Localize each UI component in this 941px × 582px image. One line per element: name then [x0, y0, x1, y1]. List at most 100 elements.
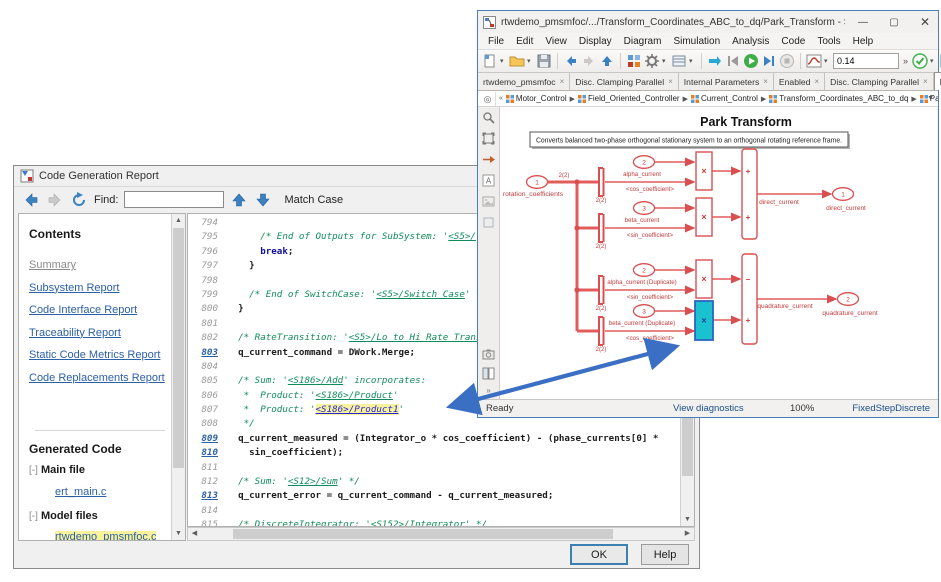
scope-dropdown-icon[interactable]: ▾: [824, 57, 831, 65]
tab-disc-clamping-parallel[interactable]: Disc. Clamping Parallel×: [570, 73, 679, 90]
breadcrumb-collapse-icon[interactable]: «: [499, 95, 503, 102]
run-icon[interactable]: [743, 53, 759, 69]
model-browser-toggle-icon[interactable]: [482, 367, 495, 380]
tab-enabled[interactable]: Enabled×: [774, 73, 825, 90]
ok-button[interactable]: OK: [570, 544, 628, 565]
find-next-icon[interactable]: [254, 191, 272, 209]
trace-link[interactable]: <S186>/Add: [288, 375, 343, 386]
palette-expand-icon[interactable]: »: [486, 386, 490, 395]
toolbar-overflow-icon[interactable]: »: [901, 56, 910, 66]
toc-link-static-code-metrics-report[interactable]: Static Code Metrics Report: [29, 349, 160, 361]
simulation-scope-icon[interactable]: [806, 53, 822, 69]
gear-dropdown-icon[interactable]: ▾: [662, 57, 669, 65]
menu-edit[interactable]: Edit: [510, 36, 539, 47]
product1-block-highlighted[interactable]: ×: [695, 301, 713, 340]
highlighted-trace-link[interactable]: <S186>/Product1: [316, 404, 399, 415]
new-model-icon[interactable]: [482, 53, 498, 69]
toc-link-subsystem-report[interactable]: Subsystem Report: [29, 282, 119, 294]
collapse-icon[interactable]: [-]: [29, 511, 38, 522]
toc-link-summary[interactable]: Summary: [29, 259, 76, 271]
breadcrumb-item-transform_coordinates_abc_to_dq[interactable]: Transform_Coordinates_ABC_to_dq: [769, 94, 908, 103]
model-configuration-gear-icon[interactable]: [644, 53, 660, 69]
menu-display[interactable]: Display: [573, 36, 618, 47]
breadcrumb-item-current_control[interactable]: Current_Control: [691, 94, 758, 103]
stop-icon[interactable]: [779, 53, 795, 69]
scroll-down-icon[interactable]: ▼: [172, 527, 185, 540]
toc-link-traceability-report[interactable]: Traceability Report: [29, 327, 121, 339]
model-canvas[interactable]: Park Transform Converts balanced two-pha…: [500, 107, 937, 399]
refresh-icon[interactable]: [70, 191, 88, 209]
tab-internal-parameters[interactable]: Internal Parameters×: [679, 73, 774, 90]
line-number-link[interactable]: 810: [188, 446, 218, 460]
match-case-label[interactable]: Match Case: [284, 194, 343, 206]
open-model-icon[interactable]: [509, 53, 525, 69]
breadcrumb-dropdown-icon[interactable]: ▼: [927, 95, 934, 102]
navigate-back-icon[interactable]: [563, 53, 579, 69]
sum-block-quadrature[interactable]: − +: [742, 254, 757, 344]
scroll-up-icon[interactable]: ▲: [172, 214, 185, 227]
collapse-icon[interactable]: [-]: [29, 465, 38, 476]
save-icon[interactable]: [536, 53, 552, 69]
trace-link[interactable]: <S5>/Switch Case: [376, 289, 465, 300]
breadcrumb-item-field_oriented_controller[interactable]: Field_Oriented_Controller: [578, 94, 680, 103]
toc-link-code-interface-report[interactable]: Code Interface Report: [29, 304, 137, 316]
annotation-box[interactable]: Converts balanced two-phase orthogonal s…: [530, 132, 850, 149]
menu-file[interactable]: File: [482, 36, 510, 47]
simulink-titlebar[interactable]: rtwdemo_pmsmfoc/.../Transform_Coordinate…: [478, 11, 938, 33]
breadcrumb-item-motor_control[interactable]: Motor_Control: [506, 94, 567, 103]
code-horizontal-scrollbar[interactable]: ◀ ▶: [187, 527, 695, 541]
model-explorer-dropdown-icon[interactable]: ▾: [689, 57, 696, 65]
menu-code[interactable]: Code: [775, 36, 811, 47]
viewmarks-camera-icon[interactable]: [482, 348, 495, 361]
tab-park-transform[interactable]: Park_Transform×: [934, 72, 941, 90]
scroll-right-icon[interactable]: ▶: [681, 528, 694, 540]
navigate-forward-icon[interactable]: [581, 53, 597, 69]
scroll-down-icon[interactable]: ▼: [681, 513, 694, 526]
model-explorer-icon[interactable]: [671, 53, 687, 69]
line-number-link[interactable]: 803: [188, 346, 218, 360]
tab-close-icon[interactable]: ×: [814, 77, 819, 86]
tab-close-icon[interactable]: ×: [560, 77, 565, 86]
trace-link[interactable]: <S152>/Integrator: [371, 519, 465, 527]
trace-link[interactable]: <S186>/Product: [316, 390, 393, 401]
fit-to-view-icon[interactable]: [482, 132, 495, 145]
find-previous-icon[interactable]: [230, 191, 248, 209]
help-button[interactable]: Help: [641, 544, 689, 565]
trace-link[interactable]: <S5>/: [448, 231, 476, 242]
selector-blocks[interactable]: [599, 168, 604, 345]
menu-analysis[interactable]: Analysis: [726, 36, 775, 47]
step-forward-icon[interactable]: [761, 53, 777, 69]
tab-close-icon[interactable]: ×: [923, 77, 928, 86]
product-block-1[interactable]: ×: [696, 152, 712, 190]
back-icon[interactable]: [22, 191, 40, 209]
menu-help[interactable]: Help: [847, 36, 880, 47]
library-browser-icon[interactable]: [626, 53, 642, 69]
scroll-left-icon[interactable]: ◀: [188, 528, 201, 540]
toc-link-code-replacements-report[interactable]: Code Replacements Report: [29, 372, 165, 384]
sum-block-direct[interactable]: + +: [742, 149, 757, 239]
tab-close-icon[interactable]: ×: [763, 77, 768, 86]
area-select-icon[interactable]: [482, 216, 495, 229]
menu-simulation[interactable]: Simulation: [667, 36, 726, 47]
outport-quadrature-current[interactable]: 2 quadrature_current: [822, 293, 877, 317]
menu-view[interactable]: View: [539, 36, 573, 47]
open-model-dropdown-icon[interactable]: ▾: [527, 57, 534, 65]
status-view-diagnostics[interactable]: View diagnostics: [673, 403, 744, 414]
maximize-icon[interactable]: ▢: [881, 12, 907, 32]
find-input[interactable]: [124, 191, 224, 208]
update-diagram-icon[interactable]: [707, 53, 723, 69]
file-link-rtwdemo-pmsmfoc-c[interactable]: rtwdemo_pmsmfoc.c: [55, 531, 156, 541]
new-model-dropdown-icon[interactable]: ▾: [500, 57, 507, 65]
navigate-up-icon[interactable]: [599, 53, 615, 69]
sidebar-scrollbar[interactable]: ▲ ▼: [171, 214, 185, 540]
tab-close-icon[interactable]: ×: [668, 77, 673, 86]
image-icon[interactable]: [482, 195, 495, 208]
zoom-icon[interactable]: [482, 111, 495, 124]
model-advisor-check-icon[interactable]: [912, 53, 928, 69]
line-number-link[interactable]: 813: [188, 489, 218, 503]
file-link-ert-main-c[interactable]: ert_main.c: [55, 486, 106, 498]
tab-disc-clamping-parallel[interactable]: Disc. Clamping Parallel×: [825, 73, 934, 90]
annotation-icon[interactable]: A: [482, 174, 495, 187]
product-block-3[interactable]: ×: [696, 260, 712, 298]
tab-rtwdemo-pmsmfoc[interactable]: rtwdemo_pmsmfoc×: [478, 73, 570, 90]
